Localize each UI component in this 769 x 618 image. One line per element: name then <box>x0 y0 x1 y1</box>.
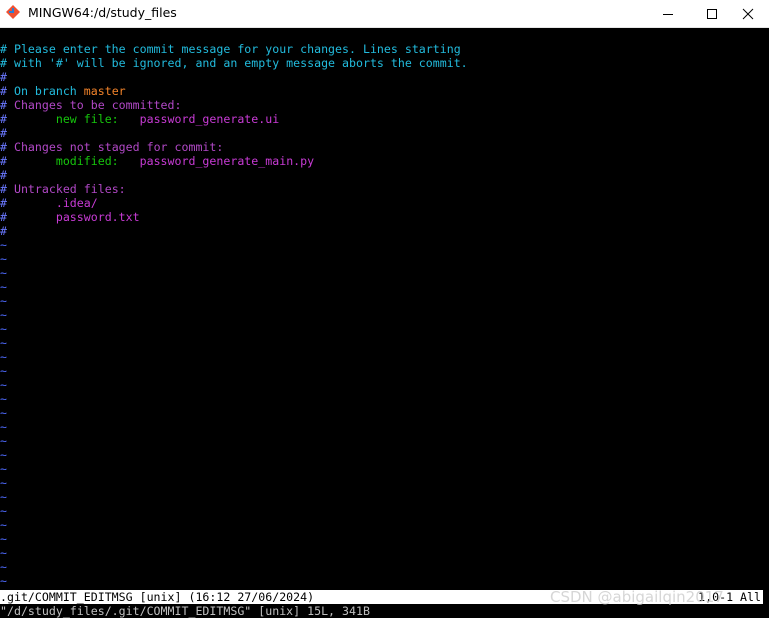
editor-line-segment: # <box>0 112 56 126</box>
minimize-button[interactable] <box>645 0 691 27</box>
editor-line-segment: # <box>0 224 7 238</box>
status-file-info: .git/COMMIT_EDITMSG [unix] (16:12 27/06/… <box>0 590 315 604</box>
editor-line: # .idea/ <box>0 196 98 210</box>
empty-line-tilde: ~ <box>0 518 7 532</box>
empty-line-tilde: ~ <box>0 462 7 476</box>
empty-line-tilde: ~ <box>0 350 7 364</box>
empty-line-tilde: ~ <box>0 532 7 546</box>
editor-line-segment: On branch <box>13 84 84 98</box>
empty-line-tilde: ~ <box>0 266 7 280</box>
empty-line-tilde: ~ <box>0 252 7 266</box>
editor-line: # <box>0 70 7 84</box>
terminal-scrollbar[interactable] <box>763 28 769 618</box>
empty-line-tilde: ~ <box>0 364 7 378</box>
empty-line-tilde: ~ <box>0 546 7 560</box>
empty-line-tilde: ~ <box>0 322 7 336</box>
editor-line-segment: # <box>0 140 14 154</box>
editor-line-segment: modified: <box>55 154 140 168</box>
empty-line-tilde: ~ <box>0 420 7 434</box>
editor-line: # On branch master <box>0 84 126 98</box>
empty-line-tilde: ~ <box>0 406 7 420</box>
editor-line: # <box>0 224 7 238</box>
empty-line-tilde: ~ <box>0 392 7 406</box>
editor-line: # modified: password_generate_main.py <box>0 154 314 168</box>
editor-line-segment: # <box>0 154 56 168</box>
minimize-icon <box>662 8 674 20</box>
empty-line-tilde: ~ <box>0 294 7 308</box>
editor-line-segment: # <box>0 84 14 98</box>
empty-line-tilde: ~ <box>0 378 7 392</box>
vim-editor-buffer[interactable]: # Please enter the commit message for yo… <box>0 28 763 590</box>
vim-message-line: "/d/study_files/.git/COMMIT_EDITMSG" [un… <box>0 604 763 618</box>
editor-line-segment: # <box>0 126 7 140</box>
watermark: CSDN @abigailqin2017 <box>550 588 724 606</box>
editor-line-segment: # <box>0 196 56 210</box>
terminal-window: MINGW64:/d/study_files # Please enter th… <box>0 0 769 618</box>
editor-line-segment: Changes to be committed: <box>13 98 182 112</box>
editor-line: # Please enter the commit message for yo… <box>0 42 461 56</box>
editor-line-segment: password_generate_main.py <box>139 154 315 168</box>
empty-line-tilde: ~ <box>0 476 7 490</box>
empty-line-tilde: ~ <box>0 434 7 448</box>
editor-line: # password.txt <box>0 210 140 224</box>
editor-line: # Untracked files: <box>0 182 126 196</box>
editor-line-segment: # Please enter the commit message for yo… <box>0 42 461 56</box>
editor-line-segment: master <box>83 84 126 98</box>
empty-line-tilde: ~ <box>0 448 7 462</box>
git-bash-icon <box>5 4 21 20</box>
close-button[interactable] <box>725 0 769 27</box>
empty-line-tilde: ~ <box>0 490 7 504</box>
empty-line-tilde: ~ <box>0 560 7 574</box>
editor-line: # new file: password_generate.ui <box>0 112 279 126</box>
editor-line-segment: # <box>0 168 7 182</box>
message-text: "/d/study_files/.git/COMMIT_EDITMSG" [un… <box>0 604 370 618</box>
editor-line: # with '#' will be ignored, and an empty… <box>0 56 468 70</box>
editor-line-segment: # <box>0 98 14 112</box>
editor-line: # Changes to be committed: <box>0 98 182 112</box>
editor-line-segment: .idea/ <box>55 196 98 210</box>
empty-line-tilde: ~ <box>0 308 7 322</box>
editor-line-segment: # <box>0 70 7 84</box>
empty-line-tilde: ~ <box>0 238 7 252</box>
editor-line-segment: Changes not staged for commit: <box>13 140 224 154</box>
editor-line: # Changes not staged for commit: <box>0 140 223 154</box>
close-icon <box>742 8 754 20</box>
editor-line-segment: # <box>0 210 56 224</box>
empty-line-tilde: ~ <box>0 336 7 350</box>
editor-line-segment: # with '#' will be ignored, and an empty… <box>0 56 468 70</box>
empty-line-tilde: ~ <box>0 280 7 294</box>
maximize-icon <box>706 8 718 20</box>
empty-line-tilde: ~ <box>0 574 7 588</box>
editor-line-segment: password_generate.ui <box>139 112 280 126</box>
editor-line-segment: # <box>0 182 14 196</box>
editor-line: # <box>0 168 7 182</box>
empty-line-tilde: ~ <box>0 504 7 518</box>
editor-line-segment: new file: <box>55 112 140 126</box>
title-bar[interactable]: MINGW64:/d/study_files <box>0 0 769 28</box>
editor-line-segment: password.txt <box>55 210 140 224</box>
editor-line-segment: Untracked files: <box>13 182 126 196</box>
window-title: MINGW64:/d/study_files <box>28 5 177 20</box>
editor-line: # <box>0 126 7 140</box>
